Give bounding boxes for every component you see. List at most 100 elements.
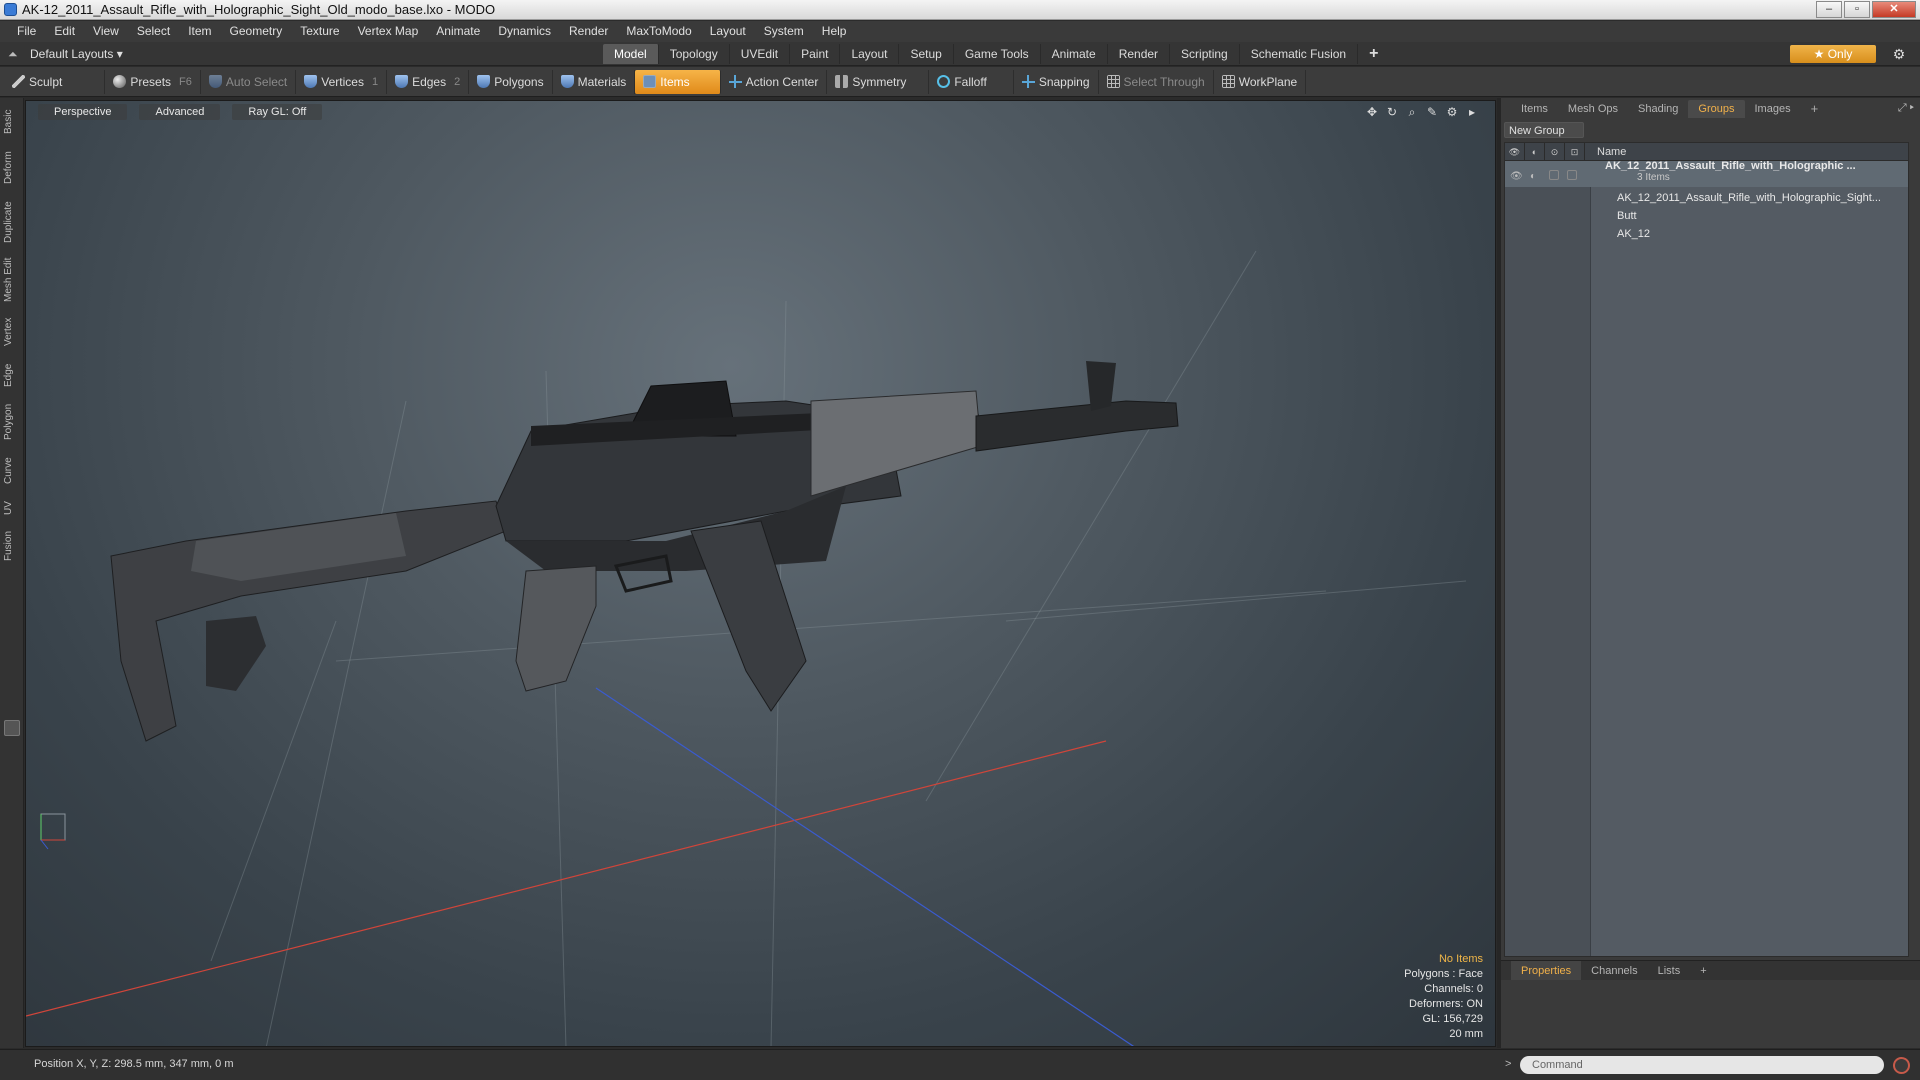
new-group-button[interactable]: New Group <box>1504 122 1584 138</box>
render-column-icon[interactable]: ◐ <box>1525 142 1545 161</box>
vtab-edge[interactable]: Edge <box>3 358 21 392</box>
menu-file[interactable]: File <box>8 21 45 42</box>
add-tab-button[interactable]: + <box>1358 44 1389 64</box>
list-scrollbar[interactable] <box>1912 142 1918 957</box>
vtab-vertex[interactable]: Vertex <box>3 312 21 352</box>
tab-layout[interactable]: Layout <box>840 44 900 64</box>
minimize-button[interactable]: – <box>1816 1 1842 18</box>
presets-button[interactable]: Presets F6 <box>105 69 201 94</box>
panel-expand-icon[interactable]: ⤢ ▸ <box>1898 102 1914 115</box>
menu-vertex-map[interactable]: Vertex Map <box>349 21 428 42</box>
pan-icon[interactable]: ✥ <box>1365 105 1379 120</box>
tab-schematic-fusion[interactable]: Schematic Fusion <box>1240 44 1359 64</box>
maximize-button[interactable]: ▫ <box>1844 1 1870 18</box>
modo-app-icon <box>4 3 17 16</box>
list-item[interactable]: Butt <box>1505 207 1908 225</box>
action-center-button[interactable]: Action Center <box>721 69 828 94</box>
vtab-fusion[interactable]: Fusion <box>3 526 21 566</box>
materials-button[interactable]: Materials <box>553 69 636 94</box>
view-perspective-button[interactable]: Perspective <box>38 104 128 120</box>
menu-geometry[interactable]: Geometry <box>221 21 292 42</box>
edges-button[interactable]: Edges 2 <box>387 69 470 94</box>
tab-lists[interactable]: Lists <box>1648 961 1691 981</box>
rotate-icon[interactable]: ↻ <box>1385 105 1399 120</box>
vtab-polygon[interactable]: Polygon <box>3 398 21 446</box>
tab-topology[interactable]: Topology <box>659 44 730 64</box>
group-row[interactable]: 👁 ◐ AK_12_2011_Assault_Rifle_with_Hologr… <box>1505 160 1908 187</box>
select-through-icon <box>1106 75 1120 88</box>
gear-icon[interactable]: ⚙ <box>1890 45 1908 63</box>
vertices-button[interactable]: Vertices 1 <box>296 69 388 94</box>
snapping-button[interactable]: Snapping <box>1014 69 1099 94</box>
vtab-uv[interactable]: UV <box>3 496 21 520</box>
shading-advanced-button[interactable]: Advanced <box>139 104 221 120</box>
menu-system[interactable]: System <box>755 21 813 42</box>
only-button[interactable]: ★ Only <box>1790 45 1876 63</box>
tab-game-tools[interactable]: Game Tools <box>954 44 1041 64</box>
select-through-button[interactable]: Select Through <box>1099 69 1214 94</box>
tab-paint[interactable]: Paint <box>790 44 841 64</box>
strip-toggle-button[interactable] <box>4 720 20 736</box>
tab-properties[interactable]: Properties <box>1511 960 1582 981</box>
command-history-button[interactable] <box>1893 1057 1910 1074</box>
group-select-toggle[interactable] <box>1567 170 1577 180</box>
vtab-duplicate[interactable]: Duplicate <box>3 196 21 248</box>
add-panel-tab-button[interactable]: + <box>1801 100 1829 118</box>
vtab-basic[interactable]: Basic <box>3 104 21 140</box>
symmetry-button[interactable]: Symmetry <box>827 69 930 94</box>
menu-edit[interactable]: Edit <box>45 21 84 42</box>
tab-render[interactable]: Render <box>1108 44 1171 64</box>
group-render-icon[interactable]: ◐ <box>1530 168 1536 186</box>
tab-animate[interactable]: Animate <box>1041 44 1108 64</box>
layout-selector[interactable]: ⏶ Default Layouts ▾ <box>8 45 123 63</box>
zoom-icon[interactable]: ⌕ <box>1405 105 1419 120</box>
tab-uvedit[interactable]: UVEdit <box>730 44 791 64</box>
edit-icon[interactable]: ✎ <box>1425 105 1439 120</box>
tab-items[interactable]: Items <box>1511 100 1558 118</box>
collapse-icon[interactable]: ⏶ <box>8 45 18 63</box>
workplane-button[interactable]: WorkPlane <box>1214 69 1307 94</box>
vtab-mesh-edit[interactable]: Mesh Edit <box>3 254 21 306</box>
tab-channels[interactable]: Channels <box>1581 961 1647 981</box>
add-bottom-tab-button[interactable]: + <box>1690 961 1716 981</box>
group-visibility-icon[interactable]: 👁 <box>1510 168 1523 186</box>
sculpt-button[interactable]: Sculpt <box>4 69 106 94</box>
viewport-3d[interactable]: Perspective Advanced Ray GL: Off ✥ ↻ ⌕ ✎… <box>25 100 1496 1047</box>
tab-shading[interactable]: Shading <box>1628 100 1688 118</box>
vtab-curve[interactable]: Curve <box>3 452 21 490</box>
menu-texture[interactable]: Texture <box>291 21 348 42</box>
tab-groups[interactable]: Groups <box>1688 100 1745 118</box>
menu-maxtomodo[interactable]: MaxToModo <box>617 21 700 42</box>
menu-view[interactable]: View <box>84 21 128 42</box>
select-column-icon[interactable]: ⊡ <box>1565 142 1585 161</box>
list-item[interactable]: AK_12 <box>1505 225 1908 243</box>
tab-model[interactable]: Model <box>603 44 659 64</box>
menu-select[interactable]: Select <box>128 21 179 42</box>
menu-help[interactable]: Help <box>813 21 856 42</box>
group-lock-toggle[interactable] <box>1549 170 1559 180</box>
close-button[interactable]: ✕ <box>1872 1 1916 18</box>
menu-animate[interactable]: Animate <box>427 21 489 42</box>
menu-render[interactable]: Render <box>560 21 617 42</box>
viewport-header: Perspective Advanced Ray GL: Off <box>38 104 323 120</box>
items-button[interactable]: Items <box>635 69 721 94</box>
tab-mesh-ops[interactable]: Mesh Ops <box>1558 100 1628 118</box>
vtab-deform[interactable]: Deform <box>3 146 21 190</box>
menu-dynamics[interactable]: Dynamics <box>489 21 560 42</box>
name-column-header[interactable]: Name <box>1585 146 1626 158</box>
menu-item[interactable]: Item <box>179 21 220 42</box>
falloff-button[interactable]: Falloff <box>929 69 1014 94</box>
tab-scripting[interactable]: Scripting <box>1170 44 1240 64</box>
list-item[interactable]: AK_12_2011_Assault_Rifle_with_Holographi… <box>1505 189 1908 207</box>
tab-setup[interactable]: Setup <box>899 44 954 64</box>
visibility-column-icon[interactable]: 👁 <box>1505 142 1525 161</box>
auto-select-button[interactable]: Auto Select <box>201 69 297 94</box>
menu-layout[interactable]: Layout <box>701 21 755 42</box>
raygl-button[interactable]: Ray GL: Off <box>232 104 323 120</box>
expand-arrow-icon[interactable]: ▸ <box>1465 105 1479 120</box>
lock-column-icon[interactable]: ⊙ <box>1545 142 1565 161</box>
tab-images[interactable]: Images <box>1745 100 1801 118</box>
command-input[interactable]: Command <box>1520 1056 1884 1074</box>
polygons-button[interactable]: Polygons <box>469 69 553 94</box>
viewport-gear-icon[interactable]: ⚙ <box>1445 105 1459 120</box>
